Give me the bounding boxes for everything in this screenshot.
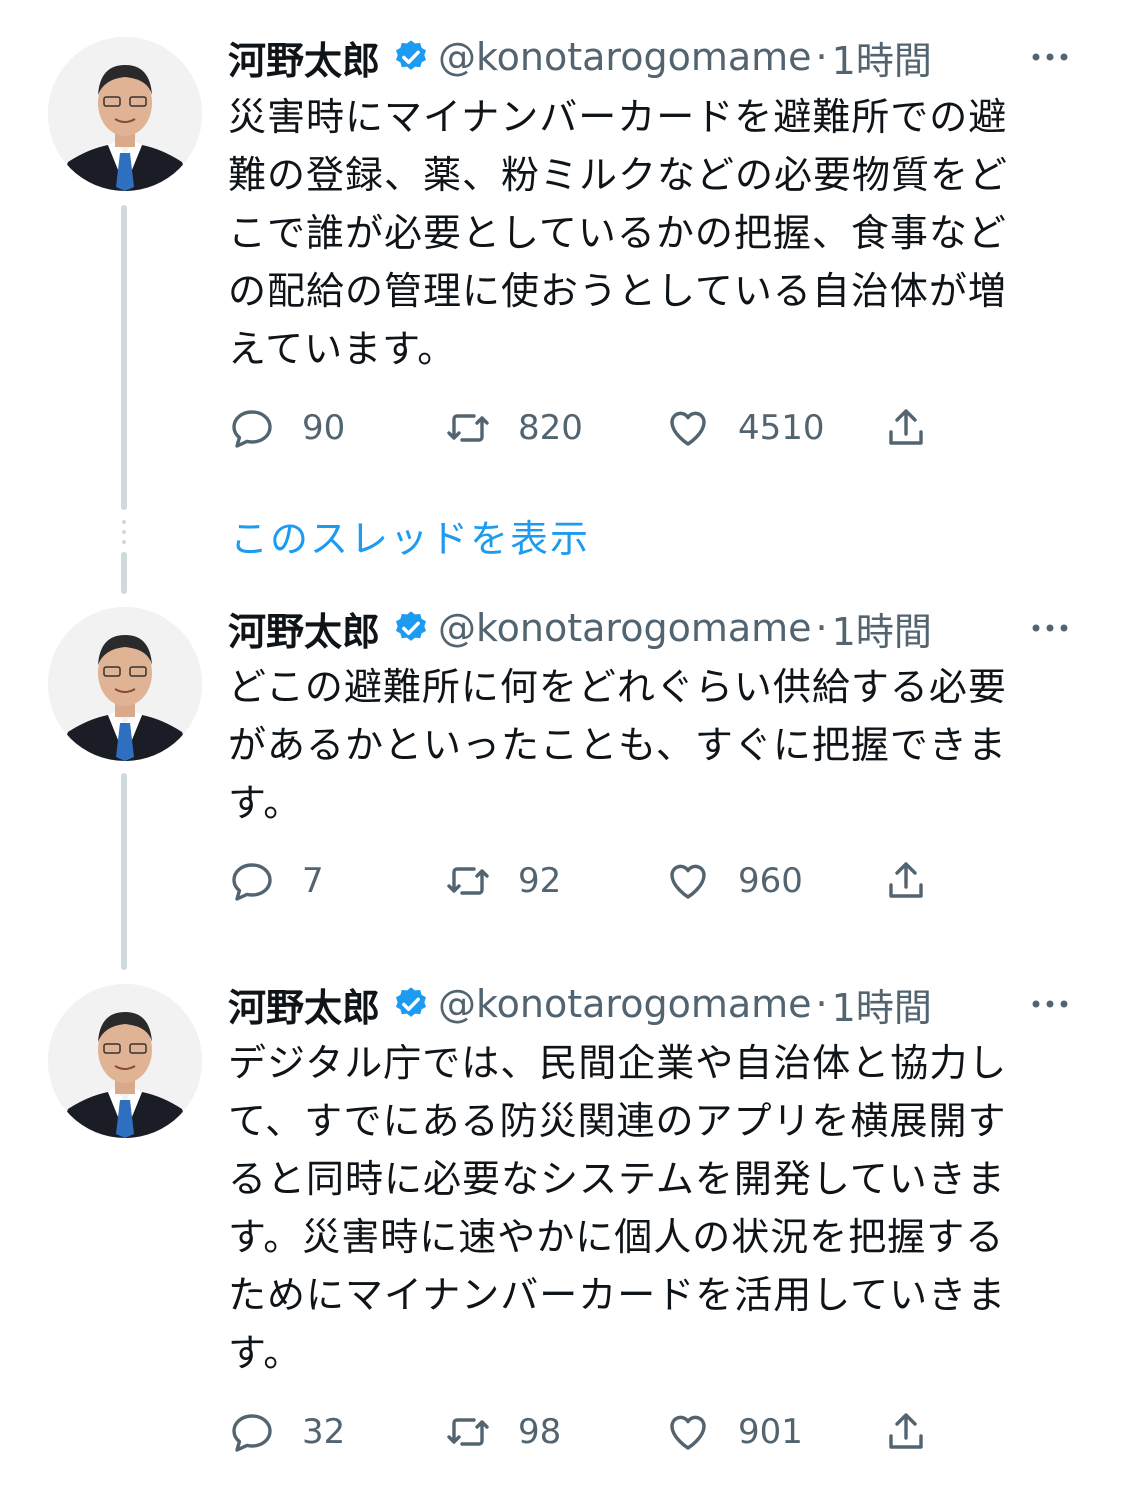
more-options-icon[interactable] (1028, 35, 1072, 79)
reply-count: 7 (302, 861, 324, 901)
more-options-icon[interactable] (1028, 606, 1072, 650)
verified-badge-icon (392, 609, 430, 647)
heart-icon (670, 411, 706, 446)
tweet-text: どこの避難所に何をどれぐらい供給する必要 があるかといったことも、すぐに把握でき… (228, 665, 1007, 825)
reply-count: 90 (302, 408, 346, 448)
tweet-header: 河野太郎 @konotarogomame · 1時間 (228, 974, 1075, 1034)
thread-line (121, 205, 127, 510)
avatar-image (48, 607, 202, 761)
timestamp[interactable]: 1時間 (832, 30, 932, 85)
thread-line (121, 552, 127, 594)
avatar[interactable] (48, 984, 202, 1138)
timestamp[interactable]: 1時間 (832, 977, 932, 1032)
thread-gap-dot (122, 520, 126, 524)
like-button[interactable]: 960 (664, 856, 803, 906)
show-thread-link[interactable]: このスレッドを表示 (230, 508, 590, 563)
user-handle[interactable]: @konotarogomame (438, 982, 812, 1026)
reply-button[interactable]: 7 (228, 856, 324, 906)
retweet-button[interactable]: 98 (444, 1407, 561, 1457)
heart-icon (670, 864, 706, 899)
more-options-icon[interactable] (1028, 982, 1072, 1026)
tweet-actions: 32 98 901 (228, 1407, 948, 1457)
thread-gap-dot (122, 530, 126, 534)
tweet-header: 河野太郎 @konotarogomame · 1時間 (228, 27, 1075, 87)
retweet-count: 92 (518, 861, 562, 901)
share-icon (889, 409, 923, 445)
like-count: 960 (738, 861, 803, 901)
tweet-header: 河野太郎 @konotarogomame · 1時間 (228, 598, 1075, 658)
retweet-icon (447, 1418, 489, 1446)
verified-badge-icon (392, 38, 430, 76)
reply-button[interactable]: 32 (228, 1407, 345, 1457)
separator: · (815, 606, 828, 650)
tweet-actions: 7 92 960 (228, 856, 948, 906)
avatar[interactable] (48, 607, 202, 761)
reply-count: 32 (302, 1412, 346, 1452)
share-button[interactable] (882, 856, 930, 906)
display-name[interactable]: 河野太郎 (228, 30, 380, 85)
retweet-count: 820 (518, 408, 583, 448)
separator: · (815, 35, 828, 79)
reply-icon (232, 410, 272, 448)
like-button[interactable]: 901 (664, 1407, 803, 1457)
timestamp[interactable]: 1時間 (832, 601, 932, 656)
thread-gap-dot (122, 540, 126, 544)
reply-icon (232, 1414, 272, 1452)
like-count: 4510 (738, 408, 825, 448)
retweet-button[interactable]: 820 (444, 403, 583, 453)
user-handle[interactable]: @konotarogomame (438, 35, 812, 79)
separator: · (815, 982, 828, 1026)
thread-line (121, 773, 127, 970)
display-name[interactable]: 河野太郎 (228, 601, 380, 656)
reply-button[interactable]: 90 (228, 403, 345, 453)
user-handle[interactable]: @konotarogomame (438, 606, 812, 650)
like-button[interactable]: 4510 (664, 403, 825, 453)
heart-icon (670, 1415, 706, 1450)
share-icon (889, 1413, 923, 1449)
display-name[interactable]: 河野太郎 (228, 977, 380, 1032)
retweet-icon (447, 414, 489, 442)
like-count: 901 (738, 1412, 803, 1452)
avatar[interactable] (48, 37, 202, 191)
tweet-text: 災害時にマイナンバーカードを避難所での避 難の登録、薬、粉ミルクなどの必要物質を… (228, 95, 1009, 371)
tweet-actions: 90 820 4510 (228, 403, 948, 453)
avatar-image (48, 37, 202, 191)
retweet-icon (447, 867, 489, 895)
tweet-text: デジタル庁では、民間企業や自治体と協力し て、すでにある防災関連のアプリを横展開… (228, 1041, 1008, 1375)
share-button[interactable] (882, 403, 930, 453)
share-icon (889, 862, 923, 898)
share-button[interactable] (882, 1407, 930, 1457)
avatar-image (48, 984, 202, 1138)
retweet-count: 98 (518, 1412, 562, 1452)
reply-icon (232, 863, 272, 901)
verified-badge-icon (392, 985, 430, 1023)
retweet-button[interactable]: 92 (444, 856, 561, 906)
